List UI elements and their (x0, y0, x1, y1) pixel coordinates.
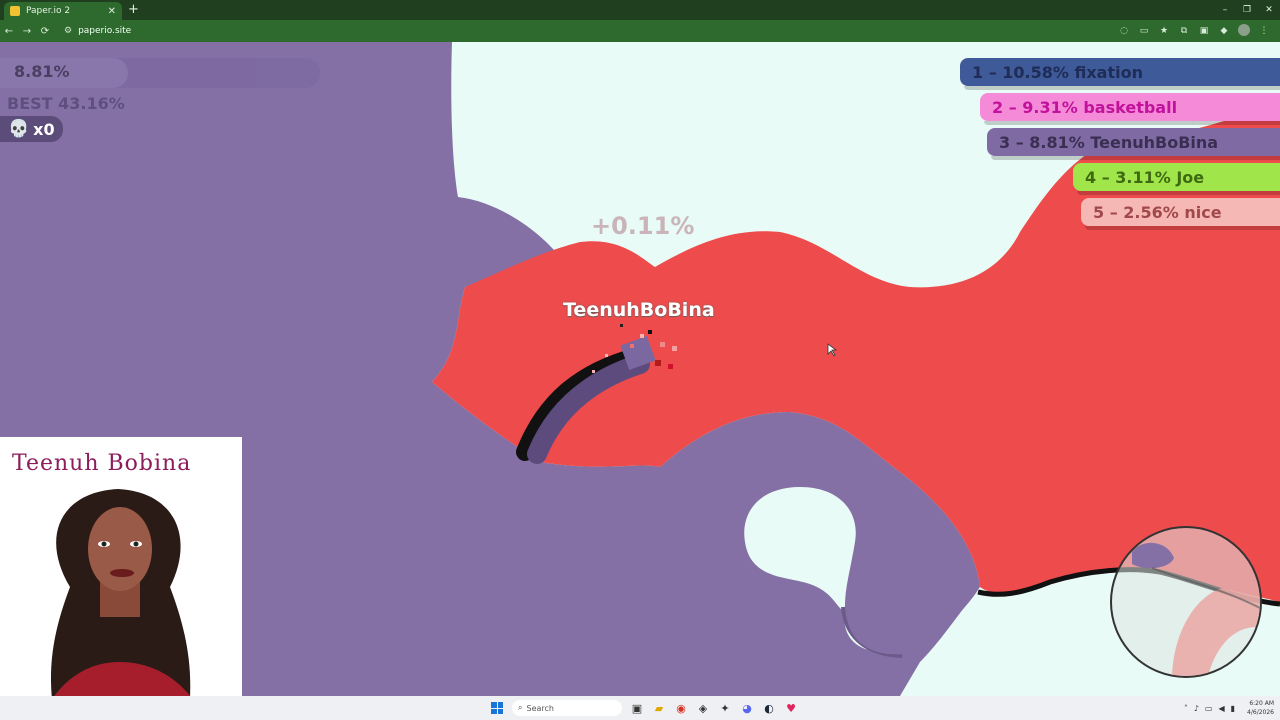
windows-start-icon[interactable] (486, 696, 508, 720)
search-icon: ⌕ (518, 703, 523, 712)
browser-tab[interactable]: Paper.io 2 ✕ (4, 2, 122, 20)
tab-search-icon[interactable]: ▣ (1194, 26, 1214, 36)
bookmark-star-icon[interactable]: ★ (1154, 26, 1174, 36)
leaderboard-row: 5 – 2.56% nice (1081, 198, 1280, 230)
microphone-icon[interactable]: ♪ (1194, 704, 1199, 713)
kill-counter: 💀 x0 (0, 116, 63, 142)
os-taskbar: ⌕ Search ▣ ▰ ◉ ◈ ✦ ◕ ◐ ♥ ˄ ♪ ▭ ◀ ▮ 6:20 … (0, 696, 1280, 720)
maximize-button[interactable]: ❐ (1236, 5, 1258, 15)
new-tab-button[interactable]: + (128, 3, 139, 16)
chrome-icon[interactable]: ◉ (670, 696, 692, 720)
back-button[interactable]: ← (0, 26, 18, 37)
taskbar-search-placeholder: Search (526, 703, 554, 713)
reload-button[interactable]: ⟳ (36, 26, 54, 37)
leaderboard-row: 2 – 9.31% basketball (980, 93, 1280, 125)
leaderboard-row: 1 – 10.58% fixation (960, 58, 1280, 90)
paperio-favicon-icon (10, 6, 20, 16)
eye-off-icon[interactable]: ◌ (1114, 26, 1134, 36)
taskbar-search-input[interactable]: ⌕ Search (512, 700, 622, 716)
browser-tab-bar: Paper.io 2 ✕ + – ❐ ✕ (0, 0, 1280, 20)
file-explorer-icon[interactable]: ▰ (648, 696, 670, 720)
url-text: paperio.site (78, 26, 132, 36)
streamer-avatar (40, 489, 205, 720)
browser-toolbar-icons: ◌ ▭ ★ ⧉ ▣ ◆ ⋮ (1114, 20, 1274, 42)
extensions-icon[interactable]: ⧉ (1174, 26, 1194, 36)
discord-icon[interactable]: ◕ (736, 696, 758, 720)
task-view-icon[interactable]: ▣ (626, 696, 648, 720)
minimap-graphic (1132, 542, 1260, 676)
app-icon[interactable]: ◈ (692, 696, 714, 720)
self-percent: 8.81% (14, 62, 70, 81)
site-info-icon[interactable]: ⚙ (64, 26, 72, 36)
skull-icon: 💀 (8, 119, 30, 139)
taskbar-apps: ⌕ Search ▣ ▰ ◉ ◈ ✦ ◕ ◐ ♥ (486, 696, 802, 720)
app-icon-3[interactable]: ♥ (780, 696, 802, 720)
app-icon-2[interactable]: ✦ (714, 696, 736, 720)
browser-address-bar: ← → ⟳ ⚙ paperio.site ◌ ▭ ★ ⧉ ▣ ◆ ⋮ (0, 20, 1280, 42)
clock-date: 4/6/2026 (1247, 709, 1274, 716)
minimize-button[interactable]: – (1214, 5, 1236, 15)
clock-time: 6:20 AM (1249, 700, 1274, 707)
window-controls: – ❐ ✕ (1214, 0, 1280, 20)
close-window-button[interactable]: ✕ (1258, 5, 1280, 15)
player-name-label: TeenuhBoBina (563, 299, 715, 321)
clock[interactable]: 6:20 AM 4/6/2026 (1241, 699, 1274, 717)
cast-icon[interactable]: ▭ (1134, 26, 1154, 36)
leaderboard-row: 3 – 8.81% TeenuhBoBina (987, 128, 1280, 160)
gain-indicator: +0.11% (591, 212, 695, 240)
tab-title: Paper.io 2 (26, 6, 71, 16)
leaderboard-row: 4 – 3.11% Joe (1073, 163, 1280, 195)
tab-close-icon[interactable]: ✕ (108, 6, 116, 17)
menu-icon[interactable]: ⋮ (1254, 26, 1274, 36)
best-score: BEST 43.16% (7, 94, 125, 113)
system-tray: ˄ ♪ ▭ ◀ ▮ 6:20 AM 4/6/2026 (1178, 696, 1274, 720)
volume-icon[interactable]: ◀ (1218, 704, 1224, 713)
avatar[interactable] (1234, 23, 1254, 39)
url-field[interactable]: ⚙ paperio.site (58, 23, 137, 39)
battery-icon[interactable]: ▮ (1231, 704, 1235, 713)
webcam-overlay: Teenuh Bobina (0, 437, 242, 720)
webcam-label: Teenuh Bobina (12, 451, 192, 476)
shield-icon[interactable]: ◆ (1214, 26, 1234, 36)
network-icon[interactable]: ▭ (1205, 704, 1213, 713)
steam-icon[interactable]: ◐ (758, 696, 780, 720)
chevron-up-icon[interactable]: ˄ (1184, 704, 1188, 713)
forward-button[interactable]: → (18, 26, 36, 37)
kill-count: x0 (33, 119, 55, 139)
minimap (1110, 526, 1262, 678)
